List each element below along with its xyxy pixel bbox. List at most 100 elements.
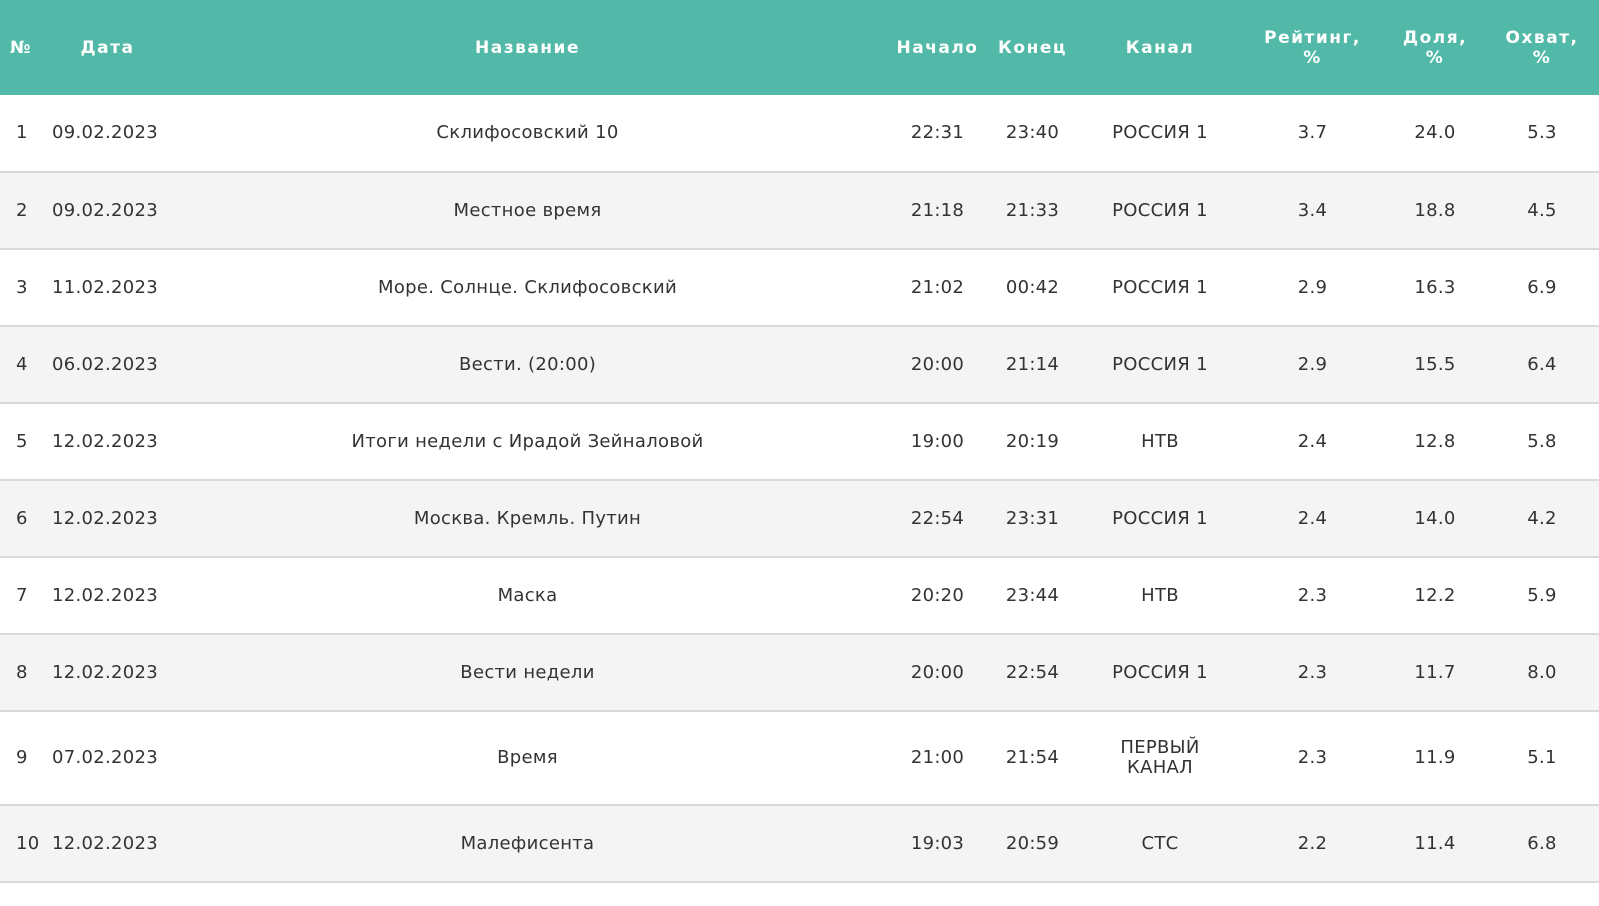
cell-share: 24.0 — [1414, 122, 1456, 143]
cell-end: 21:54 — [1005, 747, 1060, 768]
cell-num: 2 — [16, 199, 28, 221]
cell-num: 1 — [16, 122, 28, 143]
header-date[interactable]: Дата — [50, 0, 165, 95]
table-row: 9 07.02.2023 Время 21:00 21:54 ПЕРВЫЙ КА… — [0, 711, 1599, 805]
cell-date: 11.02.2023 — [52, 276, 159, 298]
header-rating[interactable]: Рейтинг, % — [1240, 0, 1385, 95]
cell-end: 23:40 — [1005, 122, 1060, 143]
cell-date: 09.02.2023 — [52, 199, 159, 221]
cell-share: 15.5 — [1414, 353, 1456, 375]
cell-start: 21:00 — [910, 747, 965, 768]
cell-reach: 5.9 — [1527, 584, 1557, 606]
cell-share: 11.7 — [1414, 661, 1456, 683]
header-end[interactable]: Конец — [985, 0, 1080, 95]
cell-reach: 5.1 — [1527, 747, 1557, 768]
cell-share: 18.8 — [1414, 199, 1456, 221]
header-num[interactable]: № — [0, 0, 50, 95]
cell-start: 20:20 — [910, 584, 965, 606]
cell-date: 12.02.2023 — [52, 832, 159, 854]
cell-channel: РОССИЯ 1 — [1112, 199, 1208, 221]
cell-reach: 4.5 — [1527, 199, 1557, 221]
header-title[interactable]: Название — [165, 0, 890, 95]
header-reach[interactable]: Охват, % — [1485, 0, 1599, 95]
cell-num: 10 — [16, 832, 40, 854]
cell-title: Время — [497, 747, 558, 768]
table-row: 1 09.02.2023 Склифосовский 10 22:31 23:4… — [0, 95, 1599, 172]
cell-date: 12.02.2023 — [52, 430, 159, 452]
table-row: 7 12.02.2023 Маска 20:20 23:44 НТВ 2.3 1… — [0, 557, 1599, 634]
cell-date: 12.02.2023 — [52, 661, 159, 683]
cell-end: 21:33 — [1005, 199, 1060, 221]
cell-rating: 2.3 — [1297, 661, 1328, 683]
cell-channel: РОССИЯ 1 — [1112, 507, 1208, 529]
cell-channel: СТС — [1141, 832, 1179, 854]
cell-share: 16.3 — [1414, 276, 1456, 298]
cell-end: 21:14 — [1005, 353, 1060, 375]
cell-title: Склифосовский 10 — [436, 122, 619, 143]
cell-num: 5 — [16, 430, 28, 452]
cell-title: Итоги недели с Ирадой Зейналовой — [351, 430, 704, 452]
cell-end: 20:19 — [1005, 430, 1060, 452]
cell-rating: 2.3 — [1297, 584, 1328, 606]
cell-date: 09.02.2023 — [52, 122, 159, 143]
cell-title: Местное время — [453, 199, 602, 221]
cell-share: 11.9 — [1414, 747, 1456, 768]
cell-date: 12.02.2023 — [52, 507, 159, 529]
cell-rating: 2.3 — [1297, 747, 1328, 768]
table-row: 8 12.02.2023 Вести недели 20:00 22:54 РО… — [0, 634, 1599, 711]
cell-date: 06.02.2023 — [52, 353, 159, 375]
cell-start: 19:00 — [910, 430, 965, 452]
table-row: 2 09.02.2023 Местное время 21:18 21:33 Р… — [0, 172, 1599, 249]
table-row: 3 11.02.2023 Море. Солнце. Склифосовский… — [0, 249, 1599, 326]
cell-channel: РОССИЯ 1 — [1112, 276, 1208, 298]
table-row: 6 12.02.2023 Москва. Кремль. Путин 22:54… — [0, 480, 1599, 557]
cell-reach: 6.4 — [1527, 353, 1557, 375]
cell-start: 20:00 — [910, 353, 965, 375]
cell-title: Маска — [497, 584, 558, 606]
header-channel[interactable]: Канал — [1080, 0, 1240, 95]
header-share[interactable]: Доля, % — [1385, 0, 1485, 95]
cell-share: 12.8 — [1414, 430, 1456, 452]
cell-start: 20:00 — [910, 661, 965, 683]
cell-rating: 2.2 — [1297, 832, 1328, 854]
cell-channel: РОССИЯ 1 — [1112, 661, 1208, 683]
cell-num: 9 — [16, 747, 28, 768]
cell-title: Вести. (20:00) — [458, 353, 597, 375]
cell-end: 23:31 — [1005, 507, 1060, 529]
cell-title: Малефисента — [460, 832, 595, 854]
cell-num: 4 — [16, 353, 28, 375]
cell-reach: 6.8 — [1527, 832, 1557, 854]
ratings-table: № Дата Название Начало Конец Канал Рейти… — [0, 0, 1599, 883]
cell-title: Москва. Кремль. Путин — [413, 507, 642, 529]
cell-share: 11.4 — [1414, 832, 1456, 854]
cell-rating: 3.7 — [1297, 122, 1328, 143]
cell-end: 22:54 — [1005, 661, 1060, 683]
cell-date: 12.02.2023 — [52, 584, 159, 606]
header-start[interactable]: Начало — [890, 0, 985, 95]
cell-num: 3 — [16, 276, 28, 298]
table-body: 1 09.02.2023 Склифосовский 10 22:31 23:4… — [0, 95, 1599, 882]
cell-channel: НТВ — [1141, 584, 1179, 606]
cell-channel: РОССИЯ 1 — [1112, 122, 1208, 143]
cell-reach: 8.0 — [1527, 661, 1557, 683]
header-row: № Дата Название Начало Конец Канал Рейти… — [0, 0, 1599, 95]
cell-channel: ПЕРВЫЙ КАНАЛ — [1120, 737, 1200, 778]
cell-title: Море. Солнце. Склифосовский — [378, 276, 677, 298]
cell-start: 22:31 — [910, 122, 965, 143]
cell-start: 21:02 — [910, 276, 965, 298]
cell-reach: 6.9 — [1527, 276, 1557, 298]
cell-title: Вести недели — [460, 661, 595, 683]
table-row: 10 12.02.2023 Малефисента 19:03 20:59 СТ… — [0, 805, 1599, 882]
cell-rating: 2.9 — [1297, 353, 1328, 375]
table-row: 4 06.02.2023 Вести. (20:00) 20:00 21:14 … — [0, 326, 1599, 403]
cell-reach: 5.8 — [1527, 430, 1557, 452]
cell-share: 12.2 — [1414, 584, 1456, 606]
cell-rating: 2.9 — [1297, 276, 1328, 298]
cell-end: 23:44 — [1005, 584, 1060, 606]
cell-start: 21:18 — [910, 199, 965, 221]
cell-rating: 3.4 — [1297, 199, 1328, 221]
cell-num: 7 — [16, 584, 28, 606]
cell-num: 6 — [16, 507, 28, 529]
cell-share: 14.0 — [1414, 507, 1456, 529]
cell-rating: 2.4 — [1297, 507, 1328, 529]
